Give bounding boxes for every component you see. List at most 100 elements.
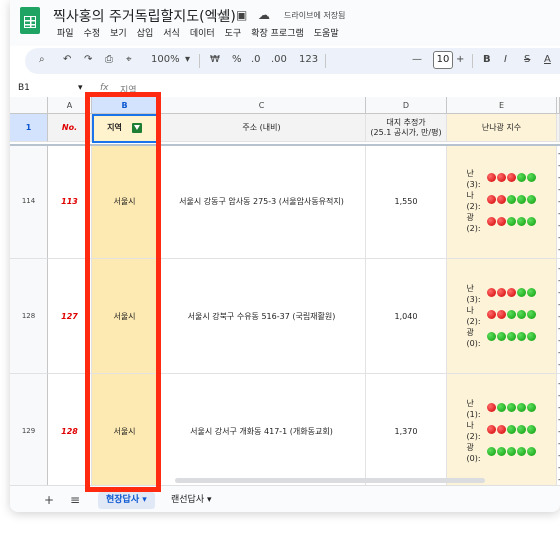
toolbar-divider bbox=[472, 54, 473, 68]
italic-button[interactable]: I bbox=[504, 54, 507, 65]
undo-icon[interactable]: ↶ bbox=[63, 54, 71, 65]
row-header[interactable]: 128 bbox=[10, 259, 48, 374]
decrease-decimal-button[interactable]: .0 bbox=[251, 54, 261, 65]
toolbar-divider bbox=[199, 54, 200, 68]
light-dots bbox=[486, 403, 537, 415]
strikethrough-button[interactable]: S bbox=[524, 54, 530, 65]
column-header-d[interactable]: D bbox=[366, 97, 447, 114]
green-light-icon bbox=[516, 195, 526, 204]
bold-button[interactable]: B bbox=[483, 54, 491, 65]
add-sheet-icon[interactable]: + bbox=[44, 493, 54, 507]
cell-price[interactable]: 1,370 bbox=[366, 374, 447, 489]
menu-edit[interactable]: 수정 bbox=[79, 26, 106, 39]
column-header-e[interactable]: E bbox=[447, 97, 557, 114]
green-light-icon bbox=[486, 332, 496, 341]
green-light-icon bbox=[526, 310, 536, 319]
green-light-icon bbox=[506, 195, 516, 204]
red-light-icon bbox=[486, 195, 496, 204]
header-price-line1: 대지 추정가 bbox=[386, 117, 426, 127]
red-light-icon bbox=[496, 288, 506, 297]
toolbar: ⌕ ↶ ↷ ⎙ ⌖ 100% ▾ ₩ % .0 .00 123 — 10 + B… bbox=[25, 48, 560, 74]
row-header[interactable]: 1 bbox=[10, 114, 48, 142]
red-light-icon bbox=[486, 403, 496, 412]
red-light-icon bbox=[496, 173, 506, 182]
green-light-icon bbox=[516, 425, 526, 434]
green-light-icon bbox=[516, 447, 526, 456]
light-dots bbox=[486, 310, 537, 322]
light-label: 난(3): bbox=[466, 169, 481, 189]
menu-file[interactable]: 파일 bbox=[52, 26, 79, 39]
currency-format-button[interactable]: ₩ bbox=[210, 54, 220, 65]
all-sheets-icon[interactable]: ≡ bbox=[70, 493, 80, 507]
menu-bar: 파일 수정 보기 삽입 서식 데이터 도구 확장 프로그램 도움말 bbox=[52, 26, 344, 39]
light-label: 광(0): bbox=[466, 443, 481, 463]
increase-decimal-button[interactable]: .00 bbox=[271, 54, 287, 65]
menu-insert[interactable]: 삽입 bbox=[132, 26, 159, 39]
toolbar-divider bbox=[325, 54, 326, 68]
sheets-logo-icon[interactable] bbox=[20, 7, 40, 34]
print-icon[interactable]: ⎙ bbox=[105, 54, 113, 65]
cell-index[interactable]: 난(1): 나(2): 광(0): bbox=[447, 374, 557, 489]
menu-data[interactable]: 데이터 bbox=[185, 26, 220, 39]
light-row: 난(3): bbox=[467, 168, 537, 190]
header-index[interactable]: 난나광 지수 bbox=[447, 114, 557, 142]
sheets-window: 찍사홍의 주거독립할지도(엑셀) ☆ ▣ ☁ 드라이브에 저장됨 파일 수정 보… bbox=[10, 0, 560, 512]
row-header[interactable]: 114 bbox=[10, 144, 48, 259]
more-formats-button[interactable]: 123 bbox=[299, 54, 318, 65]
header-price[interactable]: 대지 추정가 (25.1 공시가, 만/평) bbox=[366, 114, 447, 142]
redo-icon[interactable]: ↷ bbox=[84, 54, 92, 65]
light-dots bbox=[486, 332, 537, 344]
light-dots bbox=[486, 195, 537, 207]
red-light-icon bbox=[496, 425, 506, 434]
menu-help[interactable]: 도움말 bbox=[309, 26, 344, 39]
name-box-dropdown-icon[interactable]: ▾ bbox=[78, 83, 83, 93]
star-icon[interactable]: ☆ bbox=[216, 8, 227, 22]
cell-index[interactable]: 난(3): 나(2): 광(2): bbox=[447, 144, 557, 259]
search-menus-icon[interactable]: ⌕ bbox=[39, 54, 45, 65]
name-box[interactable]: B1 bbox=[18, 83, 30, 93]
zoom-select[interactable]: 100% bbox=[151, 54, 180, 65]
horizontal-scrollbar[interactable] bbox=[175, 478, 485, 483]
green-light-icon bbox=[526, 173, 536, 182]
sheet-tab-active[interactable]: 현장답사 ▾ bbox=[98, 492, 155, 509]
row-header[interactable]: 129 bbox=[10, 374, 48, 489]
sheet-tab[interactable]: 랜선답사 ▾ bbox=[163, 492, 220, 509]
red-light-icon bbox=[496, 310, 506, 319]
menu-tools[interactable]: 도구 bbox=[220, 26, 247, 39]
traffic-lights: 난(3): 나(2): 광(0): bbox=[467, 283, 537, 349]
cell-address[interactable]: 서울시 강북구 수유동 516-37 (국립재활원) bbox=[158, 259, 366, 374]
red-light-icon bbox=[496, 217, 506, 226]
menu-format[interactable]: 서식 bbox=[158, 26, 185, 39]
percent-format-button[interactable]: % bbox=[232, 54, 242, 65]
select-all-corner[interactable] bbox=[10, 97, 48, 114]
cell-address[interactable]: 서울시 강서구 개화동 417-1 (개화동교회) bbox=[158, 374, 366, 489]
menu-view[interactable]: 보기 bbox=[105, 26, 132, 39]
green-light-icon bbox=[516, 403, 526, 412]
move-folder-icon[interactable]: ▣ bbox=[236, 8, 247, 22]
document-title[interactable]: 찍사홍의 주거독립할지도(엑셀) bbox=[53, 6, 236, 26]
increase-font-size-button[interactable]: + bbox=[456, 54, 464, 65]
header-address[interactable]: 주소 (내비) bbox=[158, 114, 366, 142]
font-size-input[interactable]: 10 bbox=[433, 51, 453, 69]
cell-address[interactable]: 서울시 강동구 암사동 275-3 (서울암사동유적지) bbox=[158, 144, 366, 259]
column-header-c[interactable]: C bbox=[158, 97, 366, 114]
light-label: 나(2): bbox=[466, 306, 481, 326]
green-light-icon bbox=[506, 403, 516, 412]
light-label: 광(0): bbox=[466, 328, 481, 348]
text-color-button[interactable]: A bbox=[544, 54, 551, 65]
cell-index[interactable]: 난(3): 나(2): 광(0): bbox=[447, 259, 557, 374]
red-light-icon bbox=[496, 195, 506, 204]
chevron-down-icon[interactable]: ▾ bbox=[142, 495, 147, 505]
light-dots bbox=[486, 425, 537, 437]
menu-extensions[interactable]: 확장 프로그램 bbox=[246, 26, 309, 39]
light-dots bbox=[486, 173, 537, 185]
decrease-font-size-button[interactable]: — bbox=[412, 54, 422, 65]
paint-format-icon[interactable]: ⌖ bbox=[126, 54, 132, 65]
chevron-down-icon[interactable]: ▾ bbox=[185, 54, 190, 65]
cloud-saved-icon[interactable]: ☁ bbox=[258, 8, 270, 22]
chevron-down-icon[interactable]: ▾ bbox=[207, 495, 212, 505]
green-light-icon bbox=[526, 195, 536, 204]
cell-price[interactable]: 1,550 bbox=[366, 144, 447, 259]
sheet-tab-label: 현장답사 bbox=[106, 495, 140, 505]
cell-price[interactable]: 1,040 bbox=[366, 259, 447, 374]
